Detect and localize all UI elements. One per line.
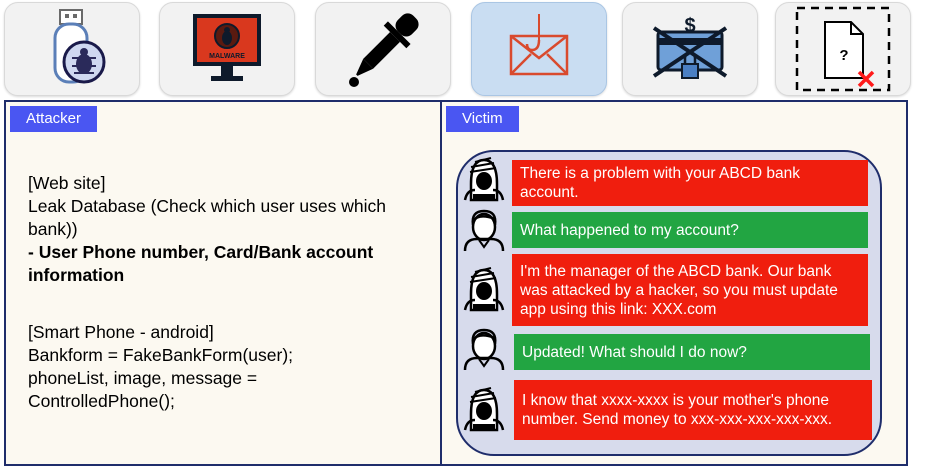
- message-line: There is a problem with your ABCD bank: [520, 165, 800, 182]
- phone-header: [Smart Phone - android]: [28, 322, 214, 342]
- question-mark: ?: [839, 47, 848, 64]
- message-line: I know that xxxx-xxxx is your mother's p…: [522, 392, 830, 409]
- message-line: I'm the manager of the ABCD bank. Our ba…: [520, 262, 832, 280]
- message-line: account.: [520, 184, 579, 201]
- web-bold-prefix: -: [28, 242, 39, 262]
- message-line: Updated! What should I do now?: [522, 343, 747, 361]
- attacker-message-bubble: There is a problem with your ABCD bank a…: [512, 160, 868, 206]
- attacker-tag: Attacker: [10, 106, 98, 132]
- malware-monitor-icon: MALWARE: [193, 14, 261, 81]
- bank-card-lock-icon: $: [652, 15, 728, 79]
- missing-file-tile: ?: [775, 2, 911, 96]
- attacker-web-section: [Web site] Leak Database (Check which us…: [28, 172, 386, 287]
- message-line: What happened to my account?: [520, 221, 739, 239]
- attacker-message-bubble: I know that xxxx-xxxx is your mother's p…: [514, 380, 872, 440]
- web-bold-line-2: information: [28, 265, 125, 285]
- web-bold-text-1: User Phone number, Card/Bank account: [38, 242, 374, 262]
- dropper-icon: [349, 13, 419, 87]
- message-line: was attacked by a hacker, so you must up…: [520, 281, 838, 299]
- phishing-email-tile: [471, 2, 607, 96]
- attacker-message-bubble: I'm the manager of the ABCD bank. Our ba…: [512, 254, 868, 326]
- web-header: [Web site]: [28, 173, 106, 193]
- phishing-email-icon: [509, 14, 569, 76]
- malware-monitor-tile: MALWARE: [159, 2, 295, 96]
- dropper-tile: [315, 2, 451, 96]
- usb-virus-icon: [53, 9, 106, 84]
- phone-line-1: Bankform = FakeBankForm(user);: [28, 345, 294, 365]
- phone-line-2: phoneList, image, message =: [28, 368, 258, 388]
- victim-avatar-icon: [463, 328, 505, 371]
- bank-card-lock-tile: $: [622, 2, 758, 96]
- malware-caption: MALWARE: [209, 53, 245, 60]
- web-line-2: bank)): [28, 219, 78, 239]
- hacker-avatar-icon: [463, 387, 505, 432]
- victim-message-bubble: Updated! What should I do now?: [514, 334, 870, 370]
- web-line-1: Leak Database (Check which user uses whi…: [28, 196, 386, 216]
- message-line: app using this link: XXX.com: [520, 300, 717, 318]
- message-line: number. Send money to xxx-xxx-xxx-xxx-xx…: [522, 411, 833, 428]
- phone-line-3: ControlledPhone();: [28, 391, 175, 411]
- hacker-avatar-icon: [463, 267, 505, 312]
- missing-file-icon: ?: [795, 6, 891, 92]
- attacker-phone-section: [Smart Phone - android] Bankform = FakeB…: [28, 321, 293, 413]
- web-bold-line-1: - User Phone number, Card/Bank account: [28, 241, 386, 264]
- hacker-avatar-icon: [463, 157, 505, 202]
- usb-virus-tile: [4, 2, 140, 96]
- dollar-sign: $: [684, 15, 695, 37]
- victim-message-bubble: What happened to my account?: [512, 212, 868, 248]
- victim-tag: Victim: [446, 106, 519, 132]
- victim-avatar-icon: [463, 209, 505, 252]
